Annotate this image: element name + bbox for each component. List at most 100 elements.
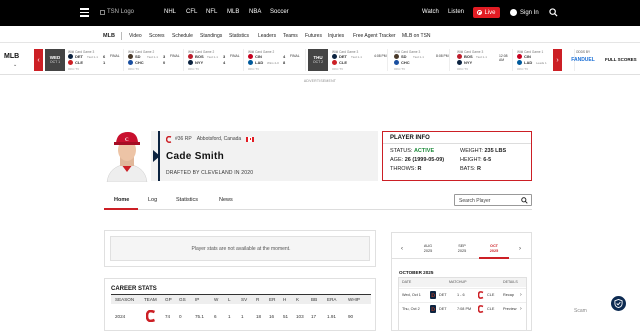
- team-schedule-panel: ‹ AUG 2025 SEP 2025 OCT 2025 › OCTOBER 2025…: [391, 232, 532, 331]
- column-header[interactable]: WHIP: [348, 297, 360, 302]
- subnav-scores[interactable]: Scores: [149, 33, 165, 39]
- subnav-free-agent-tracker[interactable]: Free Agent Tracker: [353, 33, 396, 39]
- game-card[interactable]: Wild Card Game 3 4:08 PM DET Tied 1-1 CLE OKC…: [330, 49, 388, 71]
- chevron-left-icon[interactable]: ‹: [401, 246, 403, 252]
- stat-cell: 51: [283, 314, 289, 319]
- player-info-box: PLAYER INFO STATUS: ACTIVE AGE: 26 (1999…: [382, 131, 532, 181]
- team-row: DET Tied 1-1: [332, 54, 367, 59]
- broadcast-info: OKC TV: [394, 67, 406, 71]
- subnav-video[interactable]: Video: [129, 33, 142, 39]
- hamburger-menu-icon[interactable]: [80, 8, 89, 17]
- top-navigation: TSN Logo NHL CFL NFL MLB NBA Soccer Watc…: [0, 0, 640, 26]
- month-sep[interactable]: SEP 2025: [450, 244, 474, 254]
- day-wed[interactable]: WED OCT 1: [45, 49, 65, 71]
- search-icon[interactable]: [521, 197, 528, 204]
- game-card[interactable]: Wild Card Game 3 12:08 AM BOS Tied 1-1 NYY OK…: [455, 49, 513, 71]
- scores-prev-arrow[interactable]: ‹: [34, 49, 43, 71]
- scores-next-arrow[interactable]: ›: [553, 49, 562, 71]
- player-info-title: PLAYER INFO: [390, 135, 430, 141]
- chevron-right-icon[interactable]: ›: [520, 292, 522, 298]
- watch-link[interactable]: Watch: [422, 9, 439, 15]
- team-row: SD Tied 1-1 3: [128, 54, 165, 59]
- column-header[interactable]: GP: [165, 297, 172, 302]
- subnav-statistics[interactable]: Statistics: [229, 33, 249, 39]
- game-card[interactable]: Wild Card Game 3 8:08 PM SD Tied 1-1 CHC OKC …: [392, 49, 450, 71]
- tab-home[interactable]: Home: [114, 197, 129, 203]
- column-header[interactable]: IP: [195, 297, 199, 302]
- column-header[interactable]: L: [228, 297, 231, 302]
- team-row: SD Tied 1-1: [394, 54, 429, 59]
- game-card[interactable]: Wild Card Game 2 FINAL BOS Tied 1-1 3 NYY 4 OKC…: [186, 49, 244, 71]
- game-card[interactable]: Wild Card Game 2 FINAL CIN 4 LAD Wins 2-0 8 OKC…: [246, 49, 306, 71]
- team-row: CLE: [332, 60, 367, 65]
- league-subnav: MLB Video Scores Schedule Standings Stat…: [0, 29, 640, 43]
- game-details-link[interactable]: Recap: [503, 293, 514, 297]
- column-header[interactable]: SEASON: [115, 297, 134, 302]
- game-status: 8:08 PM: [436, 54, 449, 58]
- month-aug[interactable]: AUG 2025: [416, 244, 440, 254]
- day-thu[interactable]: THU OCT 2: [308, 49, 328, 71]
- column-header[interactable]: BB: [311, 297, 317, 302]
- subnav-standings[interactable]: Standings: [200, 33, 222, 39]
- broadcast-info: OKC TV: [188, 67, 200, 71]
- listen-link[interactable]: Listen: [448, 9, 464, 15]
- game-card[interactable]: Wild Card Game 1 CIN LAD Leads 1 OKC TV: [515, 49, 575, 71]
- column-header[interactable]: H: [283, 297, 286, 302]
- career-stats-panel: CAREER STATS SEASON TEAM GP GS IP W L SV R ER H K BB…: [104, 278, 376, 331]
- column-header[interactable]: ERA: [327, 297, 336, 302]
- column-header[interactable]: GS: [179, 297, 186, 302]
- chevron-right-icon[interactable]: ›: [519, 246, 521, 252]
- advertisement-label: ADVERTISEMENT: [303, 79, 337, 83]
- schedule-month-title: OCTOBER 2025: [399, 270, 434, 275]
- column-header[interactable]: TEAM: [144, 297, 157, 302]
- tab-news[interactable]: News: [219, 197, 233, 203]
- status-value: ACTIVE: [413, 148, 435, 154]
- team-row: CHC 0: [128, 60, 165, 65]
- nav-link-nhl[interactable]: NHL: [164, 9, 176, 15]
- game-card[interactable]: Wild Card Game 3 FINAL DET Tied 1-1 6 CLE 1 OKC…: [66, 49, 124, 71]
- team-row: BOS Tied 1-1: [457, 54, 492, 59]
- subnav-schedule[interactable]: Schedule: [172, 33, 193, 39]
- live-button[interactable]: Live: [473, 7, 500, 18]
- subnav-injuries[interactable]: Injuries: [328, 33, 344, 39]
- player-headshot: C: [106, 132, 148, 182]
- stats-unavailable-panel: Player stats are not available at the mo…: [104, 230, 376, 267]
- full-scores-link[interactable]: FULL SCORES: [605, 57, 637, 62]
- tab-log[interactable]: Log: [148, 197, 157, 203]
- subnav-leaders[interactable]: Leaders: [258, 33, 276, 39]
- subnav-mlb-on-tsn[interactable]: MLB on TSN: [402, 33, 431, 39]
- column-header[interactable]: K: [296, 297, 299, 302]
- sign-in-button[interactable]: Sign In: [510, 9, 539, 16]
- nav-link-mlb[interactable]: MLB: [227, 9, 239, 15]
- broadcast-info: OKC TV: [128, 67, 140, 71]
- search-player-input[interactable]: Search Player: [454, 194, 532, 206]
- subnav-futures[interactable]: Futures: [305, 33, 322, 39]
- site-logo[interactable]: TSN Logo: [100, 9, 134, 15]
- tab-statistics[interactable]: Statistics: [176, 197, 198, 203]
- chevron-down-icon[interactable]: ⌄: [13, 62, 17, 68]
- player-name: Cade Smith: [166, 151, 225, 162]
- stat-cell: 0: [179, 314, 182, 319]
- column-header[interactable]: SV: [241, 297, 247, 302]
- subnav-teams[interactable]: Teams: [283, 33, 298, 39]
- subnav-league[interactable]: MLB: [103, 33, 115, 39]
- chevron-right-icon[interactable]: ›: [520, 306, 522, 312]
- game-details-link[interactable]: Preview: [503, 307, 517, 311]
- scores-bar: MLB ⌄ ‹ WED OCT 1 THU OCT 2 Wild Card Game…: [0, 45, 640, 75]
- fanduel-odds[interactable]: ODDS BY FANDUEL: [567, 50, 599, 70]
- nav-link-nba[interactable]: NBA: [249, 9, 261, 15]
- schedule-row: Thu, Oct 2 D DET 7:08 PM CLE Preview ›: [399, 302, 526, 315]
- nav-link-nfl[interactable]: NFL: [206, 9, 217, 15]
- column-header[interactable]: ER: [269, 297, 275, 302]
- column-header[interactable]: R: [256, 297, 259, 302]
- search-icon[interactable]: [549, 8, 558, 17]
- team-logo-icon: [517, 60, 522, 65]
- game-card[interactable]: Wild Card Game 2 FINAL SD Tied 1-1 3 CHC 0 OKC …: [126, 49, 184, 71]
- month-oct[interactable]: OCT 2025: [482, 244, 506, 254]
- nav-link-soccer[interactable]: Soccer: [270, 9, 289, 15]
- stat-cell: 1: [228, 314, 231, 319]
- shield-icon[interactable]: [611, 296, 626, 311]
- column-header[interactable]: W: [214, 297, 218, 302]
- nav-link-cfl[interactable]: CFL: [186, 9, 197, 15]
- scores-league-select[interactable]: MLB: [4, 53, 19, 60]
